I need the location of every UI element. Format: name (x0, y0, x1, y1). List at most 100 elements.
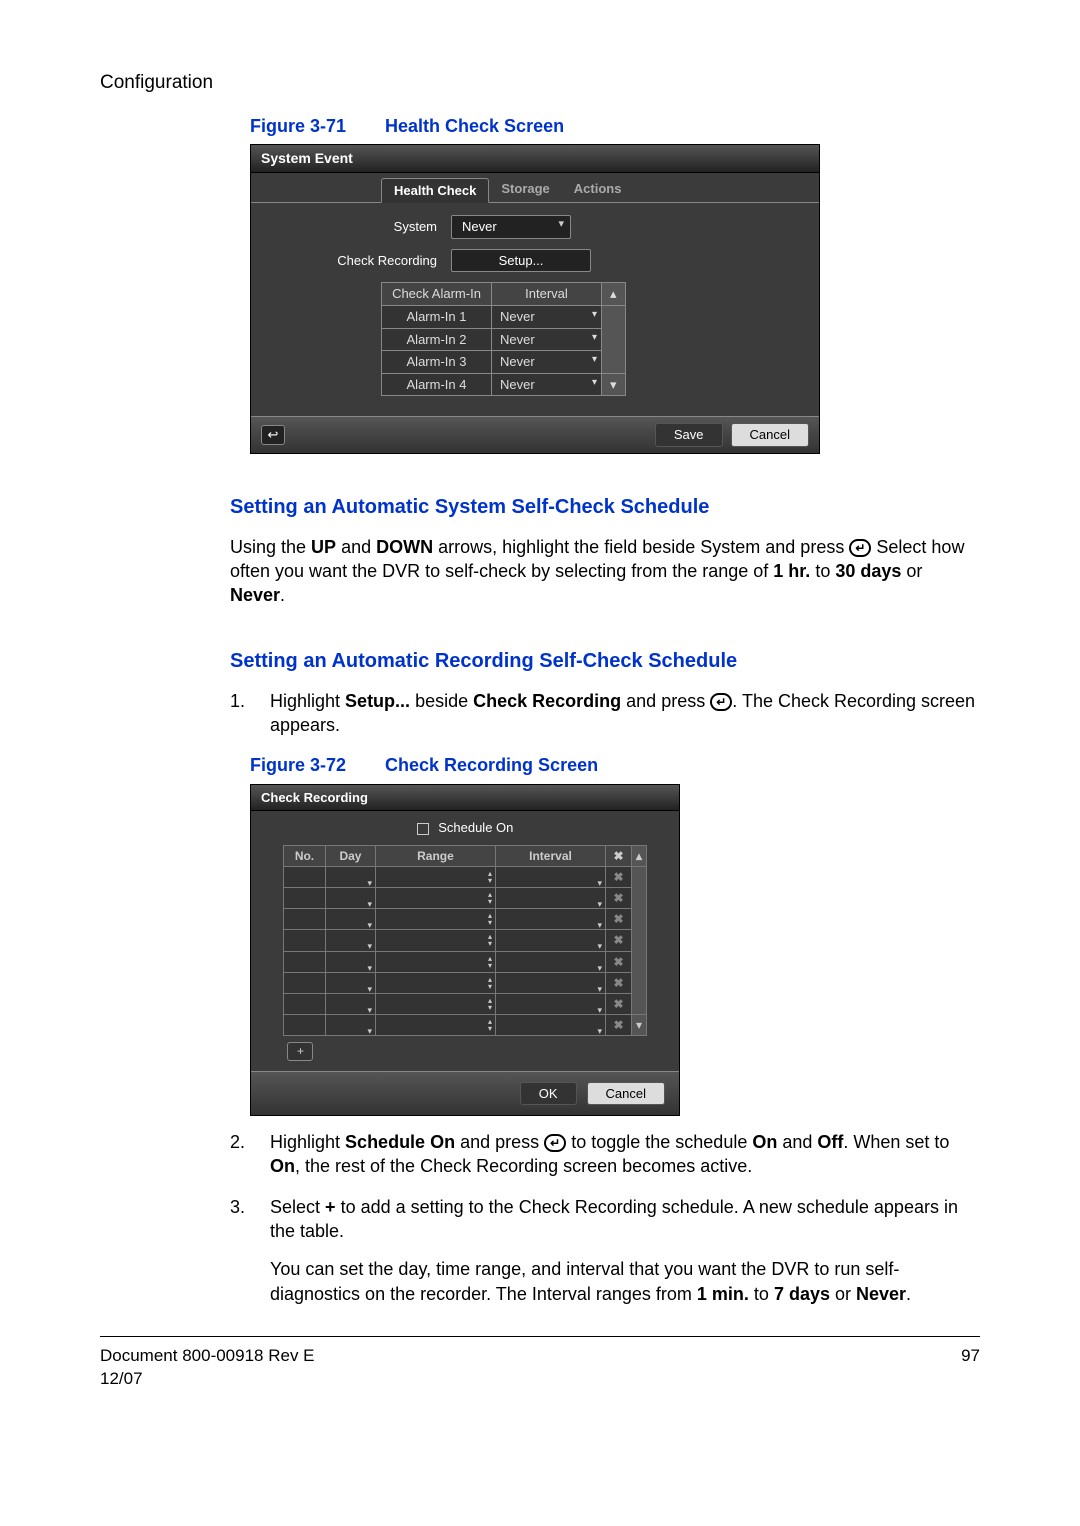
interval-dropdown[interactable]: Never (492, 351, 602, 374)
alarm-name: Alarm-In 3 (382, 351, 492, 374)
cancel-button[interactable]: Cancel (587, 1082, 665, 1106)
doc-date: 12/07 (100, 1368, 961, 1391)
col-check-alarm-in: Check Alarm-In (382, 283, 492, 306)
day-dropdown[interactable] (325, 972, 375, 993)
alarm-name: Alarm-In 2 (382, 328, 492, 351)
col-no: No. (283, 845, 325, 866)
range-spinner[interactable] (375, 1015, 495, 1036)
table-row: ✖ (283, 972, 646, 993)
schedule-table: No. Day Range Interval ✖ ▴ ✖ ✖ ✖ ✖ ✖ ✖ ✖… (283, 845, 647, 1063)
range-spinner[interactable] (375, 888, 495, 909)
figure-3-72-caption: Figure 3-72 Check Recording Screen (250, 753, 980, 777)
enter-icon: ↵ (849, 539, 871, 557)
tab-actions[interactable]: Actions (562, 177, 634, 203)
range-spinner[interactable] (375, 972, 495, 993)
interval-dropdown[interactable] (495, 993, 605, 1014)
interval-dropdown[interactable] (495, 930, 605, 951)
delete-icon[interactable]: ✖ (605, 972, 631, 993)
step-number: 3. (230, 1195, 252, 1306)
figure-3-71-caption: Figure 3-71 Health Check Screen (250, 114, 980, 138)
col-interval: Interval (495, 845, 605, 866)
scroll-up-icon[interactable]: ▴ (631, 845, 646, 866)
figure-number: Figure 3-71 (250, 114, 380, 138)
day-dropdown[interactable] (325, 993, 375, 1014)
interval-dropdown[interactable]: Never (492, 306, 602, 329)
setup-button[interactable]: Setup... (451, 249, 591, 273)
delete-icon[interactable]: ✖ (605, 909, 631, 930)
schedule-on-row: Schedule On (251, 811, 679, 845)
table-row: ✖ (283, 951, 646, 972)
range-spinner[interactable] (375, 930, 495, 951)
check-recording-label: Check Recording (281, 252, 451, 270)
figure-number: Figure 3-72 (250, 753, 380, 777)
col-interval: Interval (492, 283, 602, 306)
heading-recording-self-check: Setting an Automatic Recording Self-Chec… (230, 648, 980, 675)
table-row: ✖▾ (283, 1015, 646, 1036)
day-dropdown[interactable] (325, 888, 375, 909)
col-range: Range (375, 845, 495, 866)
table-row: ✖ (283, 993, 646, 1014)
interval-dropdown[interactable]: Never (492, 373, 602, 396)
tab-bar: Health Check Storage Actions (251, 177, 819, 204)
paragraph: Using the UP and DOWN arrows, highlight … (230, 535, 980, 608)
schedule-on-checkbox[interactable] (417, 823, 429, 835)
check-recording-screen: Check Recording Schedule On No. Day Rang… (250, 784, 680, 1117)
save-button[interactable]: Save (655, 423, 723, 447)
step-number: 1. (230, 689, 252, 738)
step-3: 3. Select + to add a setting to the Chec… (230, 1195, 980, 1306)
scroll-down-icon[interactable]: ▾ (602, 373, 626, 396)
scrollbar-track[interactable] (602, 306, 626, 374)
interval-dropdown[interactable] (495, 972, 605, 993)
back-icon[interactable]: ↩ (261, 425, 285, 445)
range-spinner[interactable] (375, 909, 495, 930)
interval-dropdown[interactable] (495, 951, 605, 972)
heading-system-self-check: Setting an Automatic System Self-Check S… (230, 494, 980, 521)
day-dropdown[interactable] (325, 930, 375, 951)
table-row: ✖ (283, 888, 646, 909)
table-row: Alarm-In 3 Never (382, 351, 626, 374)
page-number: 97 (961, 1345, 980, 1391)
day-dropdown[interactable] (325, 951, 375, 972)
window-title: System Event (251, 145, 819, 173)
alarm-name: Alarm-In 1 (382, 306, 492, 329)
interval-dropdown[interactable] (495, 888, 605, 909)
range-spinner[interactable] (375, 951, 495, 972)
step-1: 1. Highlight Setup... beside Check Recor… (230, 689, 980, 738)
ok-button[interactable]: OK (520, 1082, 577, 1106)
delete-icon[interactable]: ✖ (605, 930, 631, 951)
range-spinner[interactable] (375, 993, 495, 1014)
window-title: Check Recording (251, 785, 679, 812)
interval-dropdown[interactable] (495, 1015, 605, 1036)
table-row: Alarm-In 1 Never (382, 306, 626, 329)
interval-dropdown[interactable]: Never (492, 328, 602, 351)
scroll-down-icon[interactable]: ▾ (631, 1015, 646, 1036)
table-row: ✖ (283, 909, 646, 930)
interval-dropdown[interactable] (495, 909, 605, 930)
delete-icon[interactable]: ✖ (605, 951, 631, 972)
table-row: Alarm-In 2 Never (382, 328, 626, 351)
system-label: System (281, 218, 451, 236)
day-dropdown[interactable] (325, 1015, 375, 1036)
enter-icon: ↵ (710, 693, 732, 711)
delete-icon[interactable]: ✖ (605, 993, 631, 1014)
scrollbar-track[interactable] (631, 866, 646, 1014)
cancel-button[interactable]: Cancel (731, 423, 809, 447)
table-row: ✖ (283, 866, 646, 887)
day-dropdown[interactable] (325, 909, 375, 930)
table-row: Alarm-In 4 Never ▾ (382, 373, 626, 396)
step-number: 2. (230, 1130, 252, 1179)
interval-dropdown[interactable] (495, 866, 605, 887)
scroll-up-icon[interactable]: ▴ (602, 283, 626, 306)
alarm-table: Check Alarm-In Interval ▴ Alarm-In 1 Nev… (381, 282, 626, 396)
day-dropdown[interactable] (325, 866, 375, 887)
tab-storage[interactable]: Storage (489, 177, 561, 203)
tab-health-check[interactable]: Health Check (381, 178, 489, 204)
range-spinner[interactable] (375, 866, 495, 887)
add-row-button[interactable]: + (287, 1042, 313, 1060)
delete-icon[interactable]: ✖ (605, 866, 631, 887)
delete-icon[interactable]: ✖ (605, 888, 631, 909)
system-dropdown[interactable]: Never (451, 215, 571, 239)
delete-icon[interactable]: ✖ (605, 1015, 631, 1036)
figure-title: Check Recording Screen (385, 755, 598, 775)
col-delete: ✖ (605, 845, 631, 866)
